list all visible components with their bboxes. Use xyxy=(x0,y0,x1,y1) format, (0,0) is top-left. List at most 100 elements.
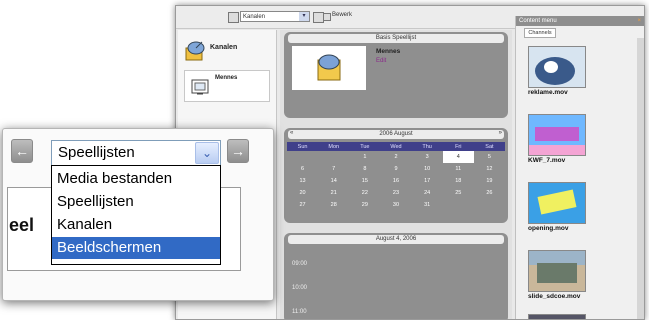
clip-label[interactable]: KWF_7.mov xyxy=(528,157,565,164)
calendar-day[interactable]: 24 xyxy=(412,187,443,199)
forward-button[interactable]: → xyxy=(227,139,249,163)
view-dropdown-list: Media bestanden Speellijsten Kanalen Bee… xyxy=(51,165,221,265)
back-button[interactable]: ← xyxy=(11,139,33,163)
content-panel-title: Content menu xyxy=(519,18,557,24)
calendar-grid: Sun Mon Tue Wed Thu Fri Sat 1 2 3 4 5 6 … xyxy=(287,142,505,211)
edit-icon[interactable] xyxy=(323,13,331,21)
tab-channels[interactable]: Channels xyxy=(524,28,556,38)
calendar-day[interactable]: 23 xyxy=(380,187,411,199)
clip-thumbnail[interactable] xyxy=(528,114,586,156)
clip-image xyxy=(529,115,585,155)
calendar-day[interactable]: 30 xyxy=(380,199,411,211)
day-header: Tue xyxy=(349,142,381,151)
playlist-item[interactable]: Mennes Edit xyxy=(292,46,502,90)
toolbar-button[interactable]: Bewerk xyxy=(332,12,352,18)
day-panel: August 4, 2006 09:00 10:00 11:00 xyxy=(284,233,508,319)
calendar-day[interactable]: 25 xyxy=(443,187,474,199)
calendar-day[interactable] xyxy=(287,151,318,163)
calendar-day[interactable]: 19 xyxy=(474,175,505,187)
content-panel: Content menu × Channels reklame.mov KWF_… xyxy=(515,16,644,319)
sidebar-item-kanalen[interactable]: Kanalen xyxy=(178,36,276,66)
day-header: Mon xyxy=(318,142,350,151)
calendar-day[interactable]: 9 xyxy=(380,163,411,175)
calendar-day[interactable] xyxy=(443,199,474,211)
calendar-next-button[interactable]: » xyxy=(499,130,502,136)
view-icon[interactable] xyxy=(228,12,239,23)
calendar-day[interactable]: 8 xyxy=(349,163,380,175)
calendar-day[interactable]: 21 xyxy=(318,187,349,199)
background-text: eel xyxy=(9,215,35,235)
day-panel-title: August 4, 2006 xyxy=(288,235,504,244)
calendar-day[interactable]: 26 xyxy=(474,187,505,199)
calendar-day[interactable]: 17 xyxy=(412,175,443,187)
sidebar-item-label: Kanalen xyxy=(210,44,238,51)
calendar-day[interactable]: 1 xyxy=(349,151,380,163)
dropdown-option-selected[interactable]: Beeldschermen xyxy=(52,237,220,259)
calendar-day[interactable]: 4 xyxy=(442,151,474,163)
sidebar-item-label: Mennes xyxy=(215,75,238,81)
calendar-day[interactable]: 31 xyxy=(412,199,443,211)
clip-label[interactable]: opening.mov xyxy=(528,225,568,232)
calendar-panel: « 2006 August » Sun Mon Tue Wed Thu Fri … xyxy=(284,128,508,223)
close-icon[interactable]: × xyxy=(637,16,641,26)
calendar-prev-button[interactable]: « xyxy=(290,130,293,136)
calendar-week: 1 2 3 4 5 xyxy=(287,151,505,163)
toolbar-select-value: Kanalen xyxy=(243,14,266,20)
playlist-panel-title: Basis Speellijst xyxy=(288,34,504,43)
time-slot[interactable]: 09:00 xyxy=(292,261,307,267)
calendar-day[interactable]: 11 xyxy=(443,163,474,175)
calendar-day[interactable] xyxy=(318,151,349,163)
dropdown-option[interactable]: Speellijsten xyxy=(52,191,220,213)
dropdown-option[interactable]: Kanalen xyxy=(52,214,220,236)
clip-label[interactable]: slide_sdcoe.mov xyxy=(528,293,580,300)
clip-image xyxy=(529,183,585,223)
calendar-day[interactable]: 14 xyxy=(318,175,349,187)
calendar-day[interactable]: 3 xyxy=(412,151,443,163)
time-slot[interactable]: 11:00 xyxy=(292,309,307,315)
chevron-down-icon[interactable]: ⌄ xyxy=(195,142,219,164)
calendar-day[interactable]: 28 xyxy=(318,199,349,211)
calendar-day[interactable]: 12 xyxy=(474,163,505,175)
calendar-day[interactable]: 20 xyxy=(287,187,318,199)
clip-thumbnail[interactable] xyxy=(528,314,586,319)
calendar-day[interactable]: 5 xyxy=(474,151,505,163)
calendar-header-row: Sun Mon Tue Wed Thu Fri Sat xyxy=(287,142,505,151)
calendar-day[interactable]: 15 xyxy=(349,175,380,187)
playlist-item-sub[interactable]: Edit xyxy=(376,58,386,64)
calendar-day[interactable]: 6 xyxy=(287,163,318,175)
clip-thumbnail[interactable] xyxy=(528,182,586,224)
view-select-value: Speellijsten xyxy=(58,144,135,161)
clip-image xyxy=(529,251,585,291)
clip-image xyxy=(529,47,585,87)
calendar-day[interactable]: 27 xyxy=(287,199,318,211)
calendar-day[interactable]: 7 xyxy=(318,163,349,175)
satellite-dish-icon xyxy=(185,41,205,61)
calendar-title: 2006 August xyxy=(288,130,504,139)
calendar-day[interactable]: 16 xyxy=(380,175,411,187)
content-scrollbar[interactable] xyxy=(637,38,644,319)
calendar-day[interactable]: 10 xyxy=(412,163,443,175)
toolbar-select[interactable]: Kanalen ▾ xyxy=(240,11,310,22)
calendar-day[interactable] xyxy=(474,199,505,211)
clip-label[interactable]: reklame.mov xyxy=(528,89,568,96)
calendar-week: 20 21 22 23 24 25 26 xyxy=(287,187,505,199)
clip-thumbnail[interactable] xyxy=(528,46,586,88)
main-area: Basis Speellijst Mennes Edit « 2006 Augu… xyxy=(280,30,512,319)
playlist-thumb xyxy=(292,46,366,90)
time-slot[interactable]: 10:00 xyxy=(292,285,307,291)
calendar-day[interactable]: 2 xyxy=(380,151,411,163)
clip-thumbnail[interactable] xyxy=(528,250,586,292)
calendar-week: 13 14 15 16 17 18 19 xyxy=(287,175,505,187)
calendar-day[interactable]: 13 xyxy=(287,175,318,187)
arrow-right-icon: → xyxy=(231,143,245,159)
zoom-callout: ← Speellijsten ⌄ → eel Media bestanden S… xyxy=(2,128,274,301)
sidebar-item-mennes[interactable]: Mennes xyxy=(184,70,270,102)
calendar-day[interactable]: 18 xyxy=(443,175,474,187)
day-header: Sat xyxy=(473,142,505,151)
calendar-day[interactable]: 22 xyxy=(349,187,380,199)
calendar-day[interactable]: 29 xyxy=(349,199,380,211)
calendar-week: 6 7 8 9 10 11 12 xyxy=(287,163,505,175)
dropdown-option[interactable]: Media bestanden xyxy=(52,168,220,190)
view-select[interactable]: Speellijsten ⌄ xyxy=(51,140,221,166)
content-panel-header: Content menu × xyxy=(516,16,644,26)
